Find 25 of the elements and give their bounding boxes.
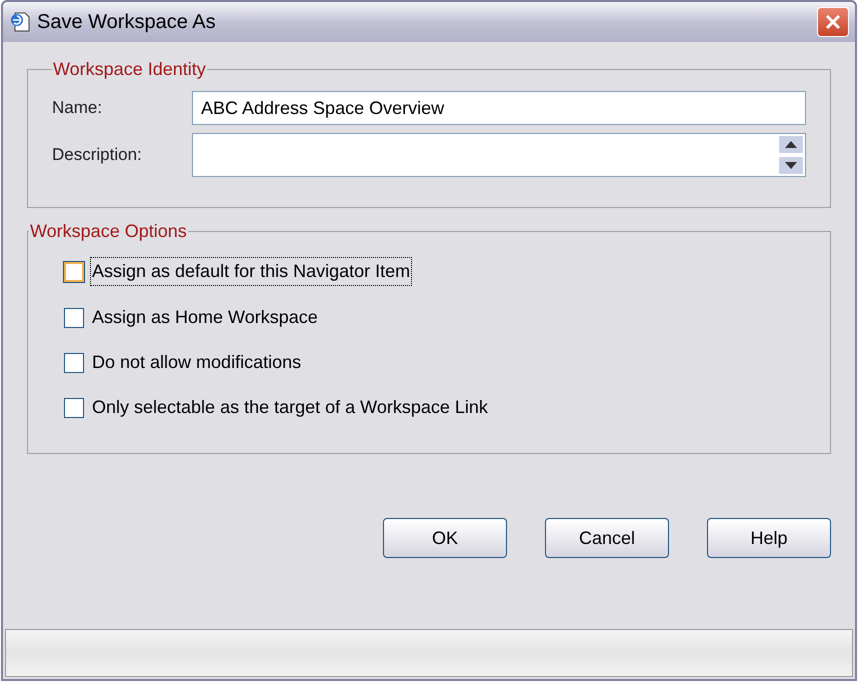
group-legend: Workspace Identity: [52, 56, 207, 83]
group-legend: Workspace Options: [29, 218, 188, 245]
close-icon: [825, 14, 841, 30]
close-button[interactable]: [817, 7, 849, 37]
scroll-down-button[interactable]: [778, 156, 804, 175]
dialog-button[interactable]: Help: [707, 518, 831, 558]
checkbox[interactable]: [64, 352, 84, 372]
option-label: Assign as default for this Navigator Item: [90, 257, 412, 286]
document-icon: [9, 11, 31, 33]
scroll-up-button[interactable]: [778, 135, 804, 154]
down-arrow-icon: [785, 162, 797, 169]
up-arrow-icon: [785, 141, 797, 148]
option-label: Assign as Home Workspace: [91, 306, 319, 329]
name-label: Name:: [52, 97, 104, 120]
checkbox[interactable]: [64, 308, 84, 328]
name-field[interactable]: ABC Address Space Overview: [192, 91, 806, 125]
option-label: Only selectable as the target of a Workspace Link: [91, 396, 489, 419]
dialog-button[interactable]: Cancel: [545, 518, 669, 558]
description-field[interactable]: [192, 133, 806, 177]
description-label: Description:: [52, 144, 143, 166]
checkbox[interactable]: [64, 262, 84, 282]
dialog-button[interactable]: OK: [383, 518, 507, 558]
checkbox[interactable]: [64, 398, 84, 418]
window-title: Save Workspace As: [37, 10, 216, 35]
option-label: Do not allow modifications: [91, 351, 302, 374]
